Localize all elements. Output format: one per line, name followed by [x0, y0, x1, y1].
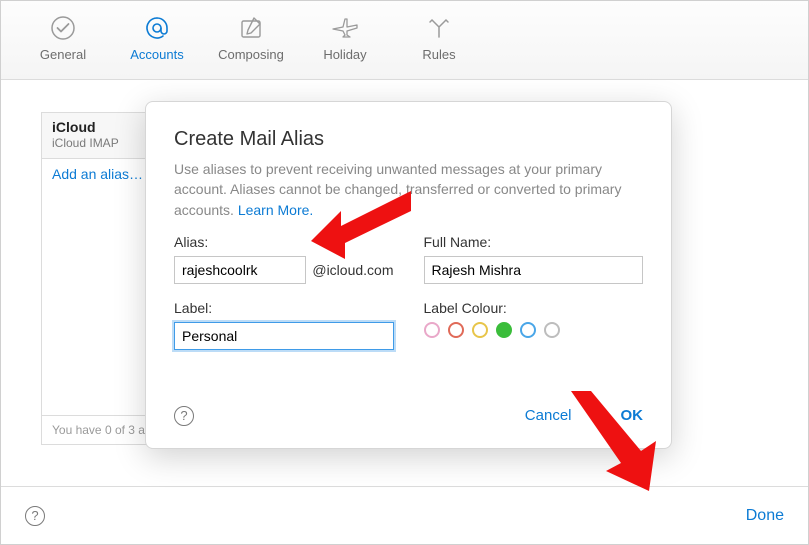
cancel-button[interactable]: Cancel	[525, 407, 572, 424]
bottom-bar: ? Done	[1, 486, 808, 544]
toolbar: General Accounts Composing Holiday Rules	[1, 1, 808, 80]
alias-label: Alias:	[174, 234, 394, 250]
checkmark-circle-icon	[50, 13, 76, 43]
colour-swatches	[424, 322, 644, 338]
swatch-yellow[interactable]	[472, 322, 488, 338]
dialog-description: Use aliases to prevent receiving unwante…	[174, 159, 643, 220]
tab-label: Composing	[218, 47, 284, 62]
swatch-grey[interactable]	[544, 322, 560, 338]
swatch-pink[interactable]	[424, 322, 440, 338]
compose-icon	[238, 13, 264, 43]
colour-label: Label Colour:	[424, 300, 644, 316]
tab-accounts[interactable]: Accounts	[113, 13, 201, 62]
label-field-label: Label:	[174, 300, 394, 316]
tab-label: Holiday	[323, 47, 366, 62]
add-alias-label: Add an alias…	[52, 166, 143, 182]
preferences-window: General Accounts Composing Holiday Rules	[0, 0, 809, 545]
dialog-help-button[interactable]: ?	[174, 406, 194, 426]
branching-arrows-icon	[426, 13, 452, 43]
tab-general[interactable]: General	[19, 13, 107, 62]
create-alias-dialog: Create Mail Alias Use aliases to prevent…	[145, 101, 672, 449]
alias-input[interactable]	[174, 256, 306, 284]
tab-holiday[interactable]: Holiday	[301, 13, 389, 62]
dialog-title: Create Mail Alias	[174, 128, 643, 151]
tab-label: Rules	[422, 47, 455, 62]
fullname-input[interactable]	[424, 256, 644, 284]
tab-composing[interactable]: Composing	[207, 13, 295, 62]
swatch-green[interactable]	[496, 322, 512, 338]
swatch-blue[interactable]	[520, 322, 536, 338]
learn-more-link[interactable]: Learn More.	[238, 202, 313, 218]
swatch-red[interactable]	[448, 322, 464, 338]
ok-button[interactable]: OK	[600, 407, 644, 424]
label-input[interactable]	[174, 322, 394, 350]
tab-rules[interactable]: Rules	[395, 13, 483, 62]
tab-label: Accounts	[130, 47, 183, 62]
fullname-label: Full Name:	[424, 234, 644, 250]
at-sign-icon	[143, 13, 171, 43]
alias-domain: @icloud.com	[312, 262, 393, 278]
tab-label: General	[40, 47, 86, 62]
help-button[interactable]: ?	[25, 506, 45, 526]
airplane-icon	[331, 13, 359, 43]
done-button[interactable]: Done	[746, 507, 784, 525]
